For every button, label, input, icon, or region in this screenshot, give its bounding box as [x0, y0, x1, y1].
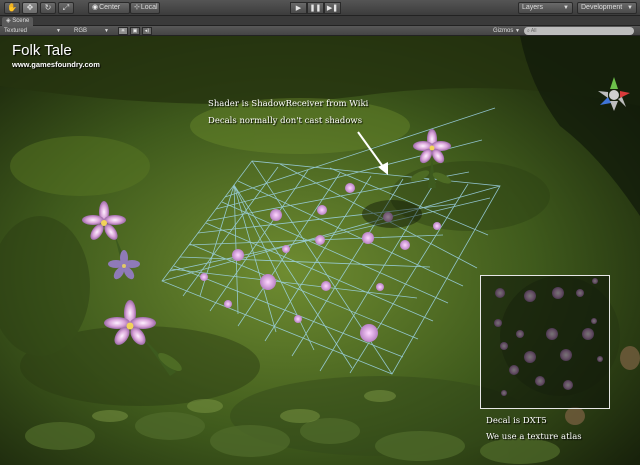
layers-label: Layers	[522, 4, 544, 11]
atlas-note-line-2: We use a texture atlas	[486, 432, 582, 442]
layout-label: Development	[581, 4, 623, 11]
chevron-down-icon: ▼	[56, 28, 61, 34]
game-title: Folk Tale	[12, 42, 72, 59]
pivot-icon: ◉	[92, 4, 99, 11]
chevron-down-icon: ▼	[627, 5, 633, 11]
texture-atlas-frame	[480, 275, 610, 409]
pause-button[interactable]: ❚❚	[307, 2, 324, 14]
main-toolbar: ✋ ✥ ↻ ⤢ ◉Center ⊹Local ▶ ❚❚ ▶❚ Layers ▼ …	[0, 0, 640, 16]
rotate-tool-icon[interactable]: ↻	[40, 2, 56, 14]
scale-tool-icon[interactable]: ⤢	[58, 2, 74, 14]
hand-tool-icon[interactable]: ✋	[4, 2, 20, 14]
play-button[interactable]: ▶	[290, 2, 307, 14]
chevron-down-icon: ▼	[515, 28, 520, 34]
space-label: Local	[140, 4, 158, 11]
image-toggle-icon[interactable]: ▣	[130, 27, 140, 35]
gizmos-label: Gizmos	[493, 28, 514, 34]
render-mode-label: Textured	[4, 28, 28, 34]
shader-note-line-1: Shader is ShadowReceiver from Wiki	[208, 99, 369, 109]
search-placeholder: All	[530, 28, 537, 34]
chevron-down-icon: ▼	[104, 28, 109, 34]
pivot-center-toggle[interactable]: ◉Center	[88, 2, 130, 14]
panel-tab-bar: ◈ Scene	[0, 16, 640, 26]
playback-controls: ▶ ❚❚ ▶❚	[290, 2, 341, 14]
space-local-toggle[interactable]: ⊹Local	[130, 2, 160, 14]
render-mode-dropdown[interactable]: Textured ▼	[4, 27, 64, 35]
pivot-label: Center	[99, 4, 121, 11]
shader-note-line-2: Decals normally don't cast shadows	[208, 116, 363, 126]
scene-tab-label: Scene	[12, 18, 30, 24]
scene-options-bar: Textured ▼ RGB ▼ ✳ ▣ ◂) Gizmos ▼ ⌕ All	[0, 26, 640, 36]
chevron-down-icon: ▼	[563, 5, 569, 11]
color-mode-dropdown[interactable]: RGB ▼	[74, 27, 112, 35]
website-url: www.gamesfoundry.com	[12, 60, 100, 69]
color-mode-label: RGB	[74, 28, 88, 34]
audio-toggle-icon[interactable]: ◂)	[142, 27, 152, 35]
tab-scene[interactable]: ◈ Scene	[2, 17, 34, 26]
layout-dropdown[interactable]: Development ▼	[577, 2, 637, 14]
move-tool-icon[interactable]: ✥	[22, 2, 38, 14]
gizmos-dropdown[interactable]: Gizmos ▼	[493, 27, 523, 35]
axis-icon: ⊹	[134, 4, 140, 11]
scene-viewport[interactable]: Folk Tale www.gamesfoundry.com Shader is…	[0, 36, 640, 465]
scene-search-field[interactable]: ⌕ All	[524, 27, 634, 35]
atlas-note-line-1: Decal is DXT5	[486, 416, 547, 426]
layers-dropdown[interactable]: Layers ▼	[518, 2, 573, 14]
lighting-toggle-icon[interactable]: ✳	[118, 27, 128, 35]
step-button[interactable]: ▶❚	[324, 2, 341, 14]
